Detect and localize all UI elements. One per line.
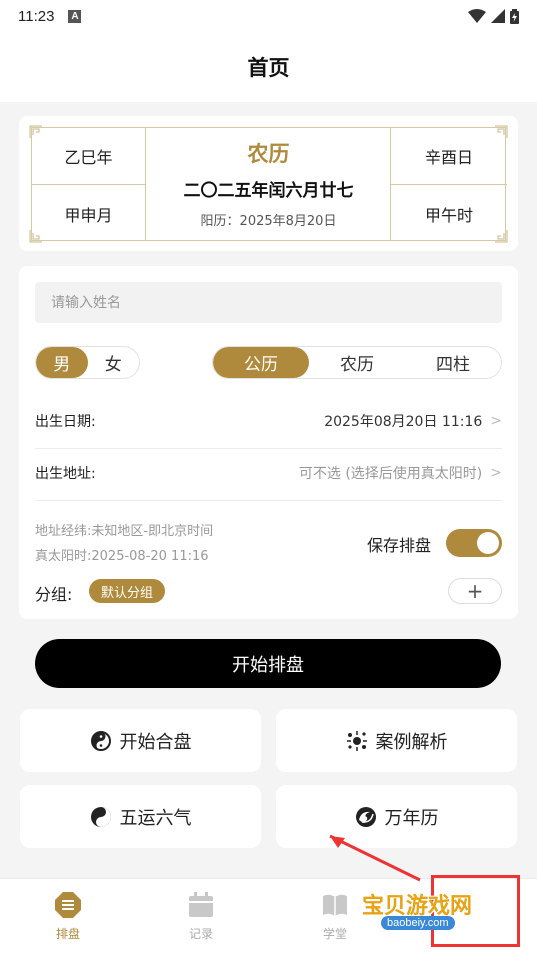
menu-badge-icon	[55, 892, 81, 918]
birth-date-row[interactable]: 出生日期: 2025年08月20日 11:16 >	[35, 395, 502, 447]
watermark-url: baobeiy.com	[381, 916, 455, 930]
notification-a-icon: A	[68, 9, 82, 23]
gender-female-option[interactable]: 女	[88, 347, 140, 378]
hour-ganzhi: 甲午时	[424, 205, 473, 225]
nav-tab-chart[interactable]: 排盘	[38, 891, 98, 942]
day-ganzhi: 辛酉日	[424, 148, 473, 167]
calendar-card: 乙巳年 甲申月 辛酉日 甲午时 农历 二〇二五年闰六月廿七 阳历：2025年8月…	[19, 116, 518, 251]
true-solar-time-info: 真太阳时:2025-08-20 11:16	[35, 549, 209, 564]
birth-date-value: 2025年08月20日 11:16	[324, 414, 483, 430]
calendar-pillars-option[interactable]: 四柱	[405, 347, 501, 378]
feature-label: 开始合盘	[119, 731, 192, 753]
calendar-solar-option[interactable]: 公历	[213, 347, 309, 378]
swirl-icon	[355, 806, 377, 828]
status-time: 11:23	[18, 7, 55, 25]
group-chip[interactable]: 默认分组	[89, 579, 166, 603]
feature-label: 万年历	[384, 807, 439, 829]
start-chart-button[interactable]: 开始排盘	[35, 639, 501, 688]
status-icons	[468, 8, 519, 24]
group-label: 分组:	[35, 585, 73, 604]
page-title: 首页	[247, 56, 290, 80]
feature-label: 五运六气	[119, 807, 192, 829]
nav-tab-records[interactable]: 记录	[171, 891, 231, 942]
calendar-type-toggle: 公历 农历 四柱	[212, 346, 502, 379]
page-header: 首页	[0, 32, 537, 102]
calendar-lunar-option[interactable]: 农历	[309, 347, 405, 378]
coords-info: 地址经纬:未知地区-即北京时间	[35, 524, 214, 539]
taiji-icon	[90, 730, 112, 752]
lunar-date: 二〇二五年闰六月廿七	[183, 181, 354, 201]
calendar-frame: 乙巳年 甲申月 辛酉日 甲午时 农历 二〇二五年闰六月廿七 阳历：2025年8月…	[29, 125, 508, 243]
calendar-icon	[189, 892, 213, 917]
book-icon	[323, 894, 347, 916]
signal-icon	[491, 9, 505, 23]
chart-form-card: 男 女 公历 农历 四柱 出生日期: 2025年08月20日 11:16 > 出…	[19, 266, 518, 619]
nav-label: 学堂	[322, 927, 347, 941]
nav-tab-school[interactable]: 学堂	[305, 891, 365, 942]
feature-cases-button[interactable]: 案例解析	[276, 709, 517, 772]
battery-icon	[510, 8, 519, 24]
feature-wuyun-button[interactable]: 五运六气	[20, 785, 261, 848]
wifi-icon	[468, 9, 486, 23]
solar-date: 阳历：2025年8月20日	[200, 214, 337, 229]
sparkle-icon	[346, 730, 368, 752]
birth-place-label: 出生地址:	[35, 466, 96, 482]
gender-male-option[interactable]: 男	[36, 347, 88, 378]
status-bar: 11:23 A	[0, 0, 537, 32]
nav-label: 排盘	[55, 927, 80, 941]
lunar-title: 农历	[247, 142, 290, 166]
birth-place-value: 可不选 (选择后使用真太阳时)	[298, 466, 483, 482]
nav-label: 记录	[188, 927, 213, 941]
year-ganzhi: 乙巳年	[64, 148, 113, 167]
feature-label: 案例解析	[375, 731, 448, 753]
feature-almanac-button[interactable]: 万年历	[276, 785, 517, 848]
gender-toggle: 男 女	[35, 346, 140, 379]
name-input[interactable]	[35, 282, 502, 323]
chevron-right-icon: >	[490, 413, 502, 429]
save-chart-toggle[interactable]	[446, 529, 502, 557]
add-group-button[interactable]: +	[448, 578, 502, 604]
yinyang-icon	[90, 806, 112, 828]
month-ganzhi: 甲申月	[64, 205, 113, 225]
chevron-right-icon: >	[490, 465, 502, 481]
save-chart-label: 保存排盘	[367, 536, 432, 555]
birth-date-label: 出生日期:	[35, 414, 96, 430]
feature-compatibility-button[interactable]: 开始合盘	[20, 709, 261, 772]
birth-place-row[interactable]: 出生地址: 可不选 (选择后使用真太阳时) >	[35, 447, 502, 499]
